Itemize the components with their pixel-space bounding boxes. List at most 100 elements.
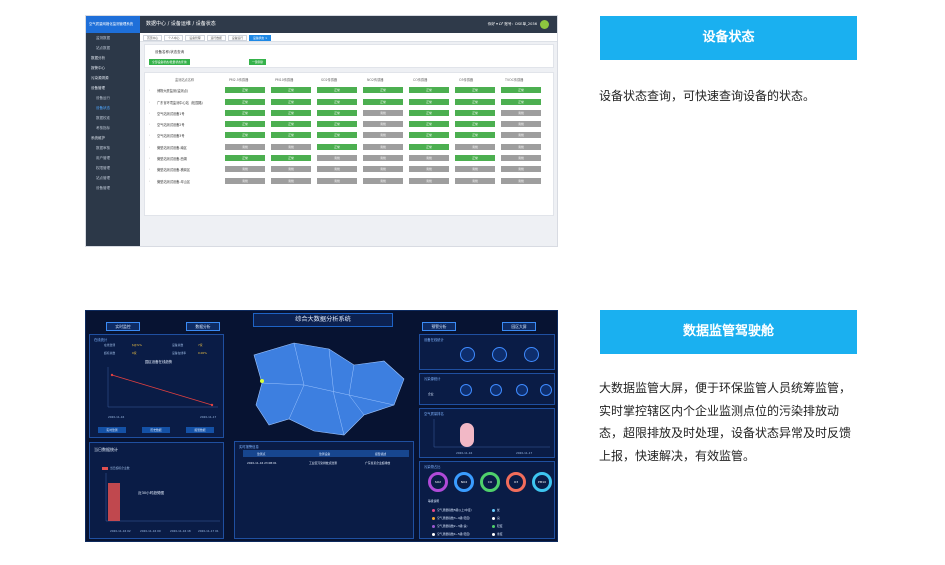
expand-icon[interactable]: › (149, 88, 150, 92)
sidebar-item[interactable]: 权限管理 (86, 163, 140, 173)
status-badge: 正常 (455, 132, 495, 139)
legend-title: 等级说明 (428, 499, 440, 503)
legend-label: 空气质量指数2~3级(良) (437, 524, 468, 528)
tab[interactable]: 个人中心 (164, 34, 184, 41)
tab[interactable]: 首页中心 (143, 34, 163, 41)
column-header: SO2传感器 (321, 78, 338, 82)
realtime-button[interactable]: 实时监控 (106, 322, 140, 331)
column-header: PM2.5传感器 (229, 78, 249, 82)
legend-label: 当日超标企业数 (110, 466, 130, 470)
sidebar-item[interactable]: 系统维护 (86, 133, 140, 143)
tab[interactable]: 运行数据 (206, 34, 226, 41)
sidebar-item[interactable]: 设备运行 (86, 93, 140, 103)
status-badge: 正常 (455, 87, 495, 94)
thirty-hour-chart (105, 473, 220, 522)
status-badge: 正常 (363, 87, 403, 94)
cell: 广东省某企业超排放 (365, 461, 391, 465)
sidebar-item[interactable]: 考核指标 (86, 123, 140, 133)
screen-button[interactable]: 园区大屏 (502, 322, 536, 331)
status-badge: 离线 (455, 177, 495, 184)
status-badge: 离线 (501, 143, 541, 150)
x-tick: 2020-11-16 (108, 415, 125, 419)
table-row[interactable]: 2020-11-16 23:08:01 工业区污染排放点监测 广东省某企业超排放 (243, 459, 409, 466)
person-icon (460, 384, 472, 396)
sidebar-item[interactable]: 报警中心 (86, 63, 140, 73)
status-badge: 正常 (409, 98, 449, 105)
sidebar-item[interactable]: 设备状态 (86, 103, 140, 113)
history-data-button[interactable]: 历史数据 (142, 427, 170, 433)
status-badge: 离线 (363, 177, 403, 184)
status-badge: 离线 (363, 132, 403, 139)
avatar[interactable] (540, 19, 549, 29)
region-map[interactable] (234, 335, 414, 445)
user-info[interactable]: 你好 ▾ Ω⁶ 账号：DSE单_2036 (488, 16, 549, 33)
status-badge: 正常 (409, 109, 449, 116)
tab-bar: 首页中心 个人中心 设备管理 运行数据 设备运行 设备状态 × (140, 33, 557, 42)
sidebar-item[interactable]: 站点数据 (86, 43, 140, 53)
expand-icon[interactable]: › (149, 156, 150, 160)
panel-title: 实时报警信息 (239, 445, 259, 449)
sidebar-item[interactable]: 站点管理 (86, 173, 140, 183)
status-badge: 正常 (225, 98, 265, 105)
column-header: PM10传感器 (275, 78, 294, 82)
batch-query-button[interactable]: 全部设备状态/批量状态查询 (149, 59, 190, 65)
panel-title: 设备在线统计 (424, 338, 444, 342)
refresh-button[interactable]: 一键刷新 (249, 59, 267, 65)
sidebar-item[interactable]: 用户管理 (86, 153, 140, 163)
table-header: 监测点 监测设备 报警描述 (243, 450, 409, 457)
expand-icon[interactable]: › (149, 133, 150, 137)
sidebar-item[interactable]: 数据分析 (86, 53, 140, 63)
sidebar-item[interactable]: 数据审核 (86, 143, 140, 153)
air-quality-chart (433, 419, 550, 448)
status-badge: 离线 (225, 143, 265, 150)
sidebar-item[interactable]: 监测数据 (86, 33, 140, 43)
trend-line (111, 374, 213, 406)
status-badge: 离线 (363, 166, 403, 173)
expand-icon[interactable]: › (149, 111, 150, 115)
sidebar-item[interactable]: 设备管理 (86, 183, 140, 193)
expand-icon[interactable]: › (149, 122, 150, 126)
legend-dot (432, 517, 435, 520)
tab[interactable]: 设备状态 × (249, 34, 272, 41)
tab[interactable]: 设备运行 (227, 34, 248, 41)
legend-dot (432, 533, 435, 536)
alarm-data-button[interactable]: 报警数据 (186, 427, 214, 433)
table-row[interactable]: › 微型站测试设备-坪山区 离线 离线 离线 离线 离线 离线 离线 (145, 175, 553, 186)
bar (460, 423, 474, 447)
expand-icon[interactable]: › (149, 145, 150, 149)
expand-icon[interactable]: › (149, 100, 150, 104)
x-tick: 2020-11-17 (200, 415, 217, 419)
tab[interactable]: 设备管理 (185, 34, 205, 41)
status-badge: 正常 (271, 109, 311, 116)
status-badge: 正常 (317, 109, 357, 116)
table-row[interactable]: › 博物大厦监测(监测点) 正常 正常 正常 正常 正常 正常 正常 (145, 84, 553, 95)
status-badge: 正常 (225, 109, 265, 116)
legend-dot (492, 525, 495, 528)
realtime-data-button[interactable]: 实时监测 (98, 427, 126, 433)
table-row[interactable]: › 空气站测试设备2号 正常 正常 正常 离线 正常 正常 离线 (145, 118, 553, 129)
column-header: NO2传感器 (367, 78, 384, 82)
pollution-source-panel: 污染源统计 企业 (419, 373, 555, 405)
status-badge: 正常 (271, 98, 311, 105)
expand-icon[interactable]: › (149, 179, 150, 183)
table-row[interactable]: › 空气站测试设备1号 正常 正常 正常 离线 正常 正常 离线 (145, 107, 553, 118)
analysis-button[interactable]: 数据分析 (186, 322, 220, 331)
table-row[interactable]: › 微型站测试设备-横岗区 离线 离线 离线 离线 离线 离线 离线 (145, 163, 553, 174)
table-row[interactable]: › 广东省环境监测中心站（松园路） 正常 正常 正常 正常 正常 正常 正常 (145, 96, 553, 107)
status-badge: 正常 (455, 155, 495, 162)
alarm-table-panel: 实时报警信息 监测点 监测设备 报警描述 2020-11-16 23:08:01… (234, 441, 414, 539)
table-row[interactable]: › 微型站测试设备-南区 离线 离线 正常 离线 正常 离线 离线 (145, 141, 553, 152)
status-badge: 正常 (409, 121, 449, 128)
table-row[interactable]: › 微型站测试设备-西湖 正常 正常 离线 离线 离线 正常 离线 (145, 152, 553, 163)
station-name: 空气站测试设备3号 (157, 134, 185, 139)
sidebar-item[interactable]: 污染源溯源 (86, 73, 140, 83)
expand-icon[interactable]: › (149, 167, 150, 171)
sidebar-item[interactable]: 设备管理 (86, 83, 140, 93)
sidebar-item[interactable]: 数据校准 (86, 113, 140, 123)
alarm-button[interactable]: 预警分析 (422, 322, 456, 331)
col-header: 监测点 (257, 452, 266, 456)
status-badge: 离线 (409, 177, 449, 184)
table-row[interactable]: › 空气站测试设备3号 正常 正常 正常 离线 正常 正常 离线 (145, 129, 553, 140)
ring-gauge: PM10 (532, 472, 552, 492)
status-badge: 正常 (317, 143, 357, 150)
